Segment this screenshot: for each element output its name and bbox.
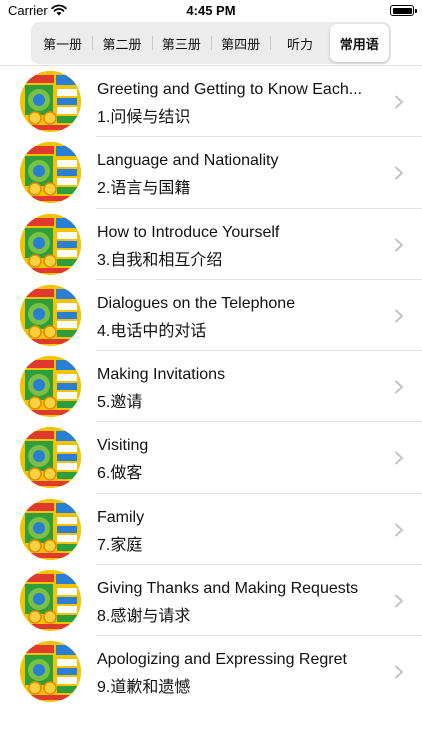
list-item[interactable]: Visiting 6.做客	[0, 422, 422, 495]
book-cover-thumbnail	[20, 498, 81, 560]
lesson-title: Family	[97, 508, 145, 526]
lesson-subtitle: 2.语言与国籍	[97, 180, 191, 198]
list-item[interactable]: Dialogues on the Telephone 4.电话中的对话	[0, 280, 422, 352]
lesson-list: Greeting and Getting to Know Each... 1.问…	[0, 65, 422, 708]
book-cover-thumbnail	[20, 356, 81, 418]
book-cover-thumbnail	[20, 142, 81, 204]
lesson-subtitle: 1.问候与结识	[97, 109, 191, 126]
lesson-title: Giving Thanks and Making Requests	[97, 580, 359, 598]
tab-common-phrases[interactable]: 常用语	[329, 24, 389, 62]
chevron-right-icon	[395, 523, 403, 537]
tab-volume-2[interactable]: 第二册	[92, 24, 151, 62]
lesson-title: Language and Nationality	[97, 152, 279, 170]
list-item[interactable]: Greeting and Getting to Know Each... 1.问…	[0, 66, 422, 138]
lesson-subtitle: 4.电话中的对话	[97, 322, 207, 340]
lesson-subtitle: 8.感谢与请求	[97, 608, 191, 626]
list-item[interactable]: Making Invitations 5.邀请	[0, 351, 422, 423]
chevron-right-icon	[395, 95, 403, 109]
lesson-title: Greeting and Getting to Know Each...	[97, 81, 363, 98]
volume-segmented-control: 第一册 第二册 第三册 第四册 听力 常用语	[31, 22, 391, 64]
book-cover-thumbnail	[20, 213, 81, 275]
lesson-title: Making Invitations	[97, 366, 226, 384]
lesson-subtitle: 7.家庭	[97, 536, 143, 554]
lesson-subtitle: 5.邀请	[97, 394, 143, 412]
book-cover-thumbnail	[20, 427, 81, 489]
lesson-title: Apologizing and Expressing Regret	[97, 651, 347, 669]
book-cover-thumbnail	[20, 71, 81, 132]
book-cover-thumbnail	[20, 570, 81, 632]
chevron-right-icon	[395, 238, 403, 252]
lesson-subtitle: 6.做客	[97, 465, 143, 483]
battery-icon	[390, 5, 417, 16]
lesson-subtitle: 3.自我和相互介绍	[97, 251, 223, 269]
status-bar: Carrier 4:45 PM	[0, 0, 422, 22]
chevron-right-icon	[395, 451, 403, 465]
list-item[interactable]: How to Introduce Yourself 3.自我和相互介绍	[0, 209, 422, 281]
list-item[interactable]: Family 7.家庭	[0, 494, 422, 566]
tab-volume-3[interactable]: 第三册	[151, 24, 211, 62]
book-cover-thumbnail	[20, 641, 81, 703]
chevron-right-icon	[395, 665, 403, 679]
status-time: 4:45 PM	[186, 3, 236, 18]
lesson-subtitle: 9.道歉和遗憾	[97, 679, 191, 697]
lesson-title: Dialogues on the Telephone	[97, 294, 296, 312]
chevron-right-icon	[395, 594, 403, 608]
chevron-right-icon	[395, 309, 403, 323]
list-item[interactable]: Language and Nationality 2.语言与国籍	[0, 137, 422, 209]
chevron-right-icon	[395, 380, 403, 394]
tab-volume-1[interactable]: 第一册	[33, 24, 92, 62]
book-cover-thumbnail	[20, 284, 81, 346]
tab-volume-4[interactable]: 第四册	[210, 24, 270, 62]
chevron-right-icon	[395, 166, 403, 180]
lesson-title: Visiting	[97, 437, 149, 455]
tab-listening[interactable]: 听力	[270, 24, 329, 62]
lesson-title: How to Introduce Yourself	[97, 223, 280, 241]
list-item[interactable]: Apologizing and Expressing Regret 9.道歉和遗…	[0, 636, 422, 707]
list-item[interactable]: Giving Thanks and Making Requests 8.感谢与请…	[0, 565, 422, 637]
